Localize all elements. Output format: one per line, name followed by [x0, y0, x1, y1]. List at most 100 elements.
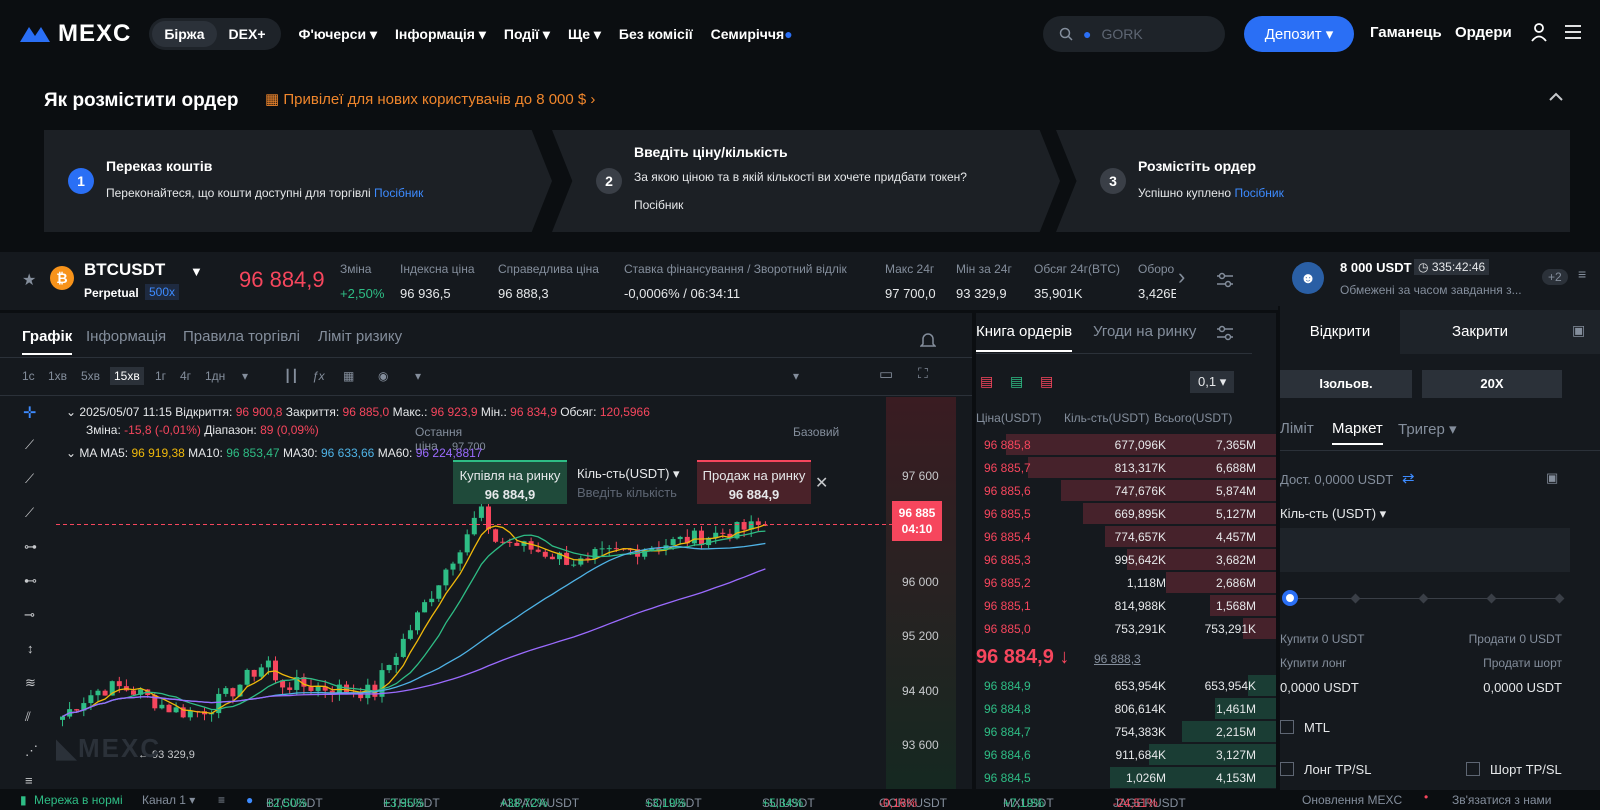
slider-mark[interactable]	[1418, 593, 1429, 604]
nav-events[interactable]: Події ▾	[504, 26, 550, 43]
ask-row[interactable]: 96 885,7 813,317K 6,688M	[976, 456, 1276, 479]
bid-row[interactable]: 96 884,7 754,383K 2,215M	[976, 720, 1276, 743]
long-tpsl-checkbox[interactable]	[1280, 762, 1294, 776]
ask-row[interactable]: 96 885,1 814,988K 1,568M	[976, 594, 1276, 617]
deposit-button[interactable]: Депозит ▾	[1244, 16, 1354, 52]
nav-no-fee[interactable]: Без комісії	[619, 26, 693, 42]
slider-mark[interactable]	[1350, 593, 1361, 604]
settings-sliders-icon[interactable]	[1216, 272, 1234, 288]
trend-line-icon[interactable]: ⟋	[25, 437, 34, 453]
leverage-button[interactable]: 20X	[1422, 370, 1562, 398]
candle-type-icon[interactable]: ┃┃	[284, 369, 298, 383]
orders-link[interactable]: Ордери	[1455, 24, 1512, 41]
book-asks-icon[interactable]: ▤	[1040, 373, 1053, 390]
ask-row[interactable]: 96 885,2 1,118M 2,686M	[976, 571, 1276, 594]
close-icon[interactable]: ✕	[815, 473, 828, 493]
qty-input[interactable]	[1280, 528, 1570, 572]
bid-row[interactable]: 96 884,5 1,026M 4,153M	[976, 766, 1276, 789]
user-icon[interactable]	[1530, 22, 1548, 42]
order-type-market[interactable]: Маркет	[1332, 420, 1383, 445]
collapse-icon[interactable]	[1548, 92, 1564, 102]
wallet-link[interactable]: Гаманець	[1370, 24, 1442, 41]
guide-link[interactable]: Посібник	[374, 186, 423, 200]
calculator-icon[interactable]: ▣	[1572, 322, 1585, 339]
qty-unit-select[interactable]: Кіль-сть (USDT) ▾	[1280, 506, 1386, 522]
ask-row[interactable]: 96 885,8 677,096K 7,365M	[976, 433, 1276, 456]
order-type-trigger[interactable]: Тригер ▾	[1398, 420, 1457, 438]
collapse-icon[interactable]: ⌄	[66, 446, 79, 460]
more-tools-icon[interactable]: ≡	[25, 773, 33, 788]
ask-row[interactable]: 96 885,4 774,657K 4,457M	[976, 525, 1276, 548]
quick-sell-button[interactable]: Продаж на ринку 96 884,9	[697, 460, 811, 504]
chevron-right-icon[interactable]: ›	[1178, 264, 1185, 290]
tab-close[interactable]: Закрити	[1400, 310, 1560, 354]
update-link[interactable]: Оновлення MEXC	[1302, 793, 1402, 807]
price-line-icon[interactable]: ⊸	[24, 607, 35, 623]
nav-futures[interactable]: Ф'ючерси ▾	[299, 26, 377, 43]
fullscreen-icon[interactable]: ⛶	[918, 365, 928, 382]
parallel-channel-icon[interactable]: ⫽	[25, 709, 31, 725]
order-type-limit[interactable]: Ліміт	[1280, 420, 1314, 437]
channel-select[interactable]: Канал 1 ▾	[142, 793, 195, 807]
tab-trading-rules[interactable]: Правила торгівлі	[183, 328, 300, 345]
ticker-menu-icon[interactable]: ≡	[218, 793, 225, 807]
tab-trades[interactable]: Угоди на ринку	[1093, 323, 1196, 340]
pitchfork-icon[interactable]: ⋰	[25, 743, 38, 759]
guide-link[interactable]: Посібник	[634, 198, 683, 212]
window-icon[interactable]: ▭	[879, 365, 893, 383]
edit-icon[interactable]: ▣	[1546, 470, 1558, 486]
extended-line-icon[interactable]: ⟋	[25, 505, 34, 521]
indicator-icon[interactable]: ƒx	[312, 369, 325, 383]
menu-icon[interactable]	[1564, 24, 1582, 40]
slider-mark[interactable]	[1486, 593, 1497, 604]
slider-mark[interactable]	[1554, 593, 1565, 604]
ask-row[interactable]: 96 885,3 995,642K 3,682M	[976, 548, 1276, 571]
bid-row[interactable]: 96 884,9 653,954K 653,954K	[976, 674, 1276, 697]
search-input[interactable]: ● GORK	[1043, 16, 1225, 52]
symbol-name[interactable]: BTCUSDT	[84, 260, 165, 280]
interval-1h[interactable]: 1г	[155, 369, 166, 383]
collapse-icon[interactable]: ⌄	[66, 405, 79, 419]
bid-row[interactable]: 96 884,8 806,614K 1,461M	[976, 697, 1276, 720]
book-bids-icon[interactable]: ▤	[1010, 373, 1023, 390]
interval-15m[interactable]: 15хв	[110, 367, 144, 385]
interval-1s[interactable]: 1с	[22, 369, 35, 383]
nav-anniversary[interactable]: Семиріччя●	[711, 26, 793, 42]
book-both-icon[interactable]: ▤	[980, 373, 993, 390]
tab-exchange[interactable]: Біржа	[152, 21, 217, 47]
interval-1d[interactable]: 1дн	[205, 369, 225, 383]
slider-handle[interactable]	[1282, 590, 1298, 606]
price-source-select[interactable]: Остання ціна ▾	[415, 369, 462, 453]
precision-select[interactable]: 0,1 ▾	[1190, 371, 1235, 393]
camera-icon[interactable]: ◉	[378, 369, 388, 383]
quick-buy-button[interactable]: Купівля на ринку 96 884,9	[453, 460, 567, 504]
settings-sliders-icon[interactable]	[1216, 325, 1234, 341]
crosshair-icon[interactable]: ✛	[23, 403, 36, 423]
bell-icon[interactable]	[920, 331, 936, 349]
ask-row[interactable]: 96 885,6 747,676K 5,874M	[976, 479, 1276, 502]
menu-icon[interactable]: ≡	[1578, 266, 1586, 282]
margin-mode-button[interactable]: Ізольов.	[1280, 370, 1412, 398]
tab-chart[interactable]: Графік	[22, 328, 73, 355]
contact-link[interactable]: Зв'язатися з нами	[1452, 793, 1551, 807]
logo[interactable]: MEXC	[18, 20, 131, 48]
short-tpsl-checkbox[interactable]	[1466, 762, 1480, 776]
mtl-checkbox[interactable]	[1280, 720, 1294, 734]
nav-more[interactable]: Ще ▾	[568, 26, 601, 43]
interval-1m[interactable]: 1хв	[48, 369, 67, 383]
star-icon[interactable]: ★	[22, 270, 36, 290]
guide-link[interactable]: Посібник	[1234, 186, 1283, 200]
more-intervals-icon[interactable]: ▾	[242, 369, 248, 383]
channel-icon[interactable]: ≋	[25, 675, 36, 691]
tab-dex[interactable]: DEX+	[217, 21, 278, 47]
reward-banner[interactable]: ☻ 8 000 USDT ◷ 335:42:46 Обмежені за час…	[1276, 252, 1600, 306]
bid-row[interactable]: 96 884,6 911,684K 3,127M	[976, 743, 1276, 766]
tab-info[interactable]: Інформація	[86, 328, 166, 345]
tab-risk-limit[interactable]: Ліміт ризику	[318, 328, 402, 345]
vertical-line-icon[interactable]: ↕	[27, 641, 34, 656]
interval-5m[interactable]: 5хв	[81, 369, 100, 383]
ask-row[interactable]: 96 885,5 669,895K 5,127M	[976, 502, 1276, 525]
tab-orderbook[interactable]: Книга ордерів	[976, 323, 1073, 352]
nav-info[interactable]: Інформація ▾	[395, 26, 486, 43]
ray-icon[interactable]: ⟋	[25, 471, 34, 487]
